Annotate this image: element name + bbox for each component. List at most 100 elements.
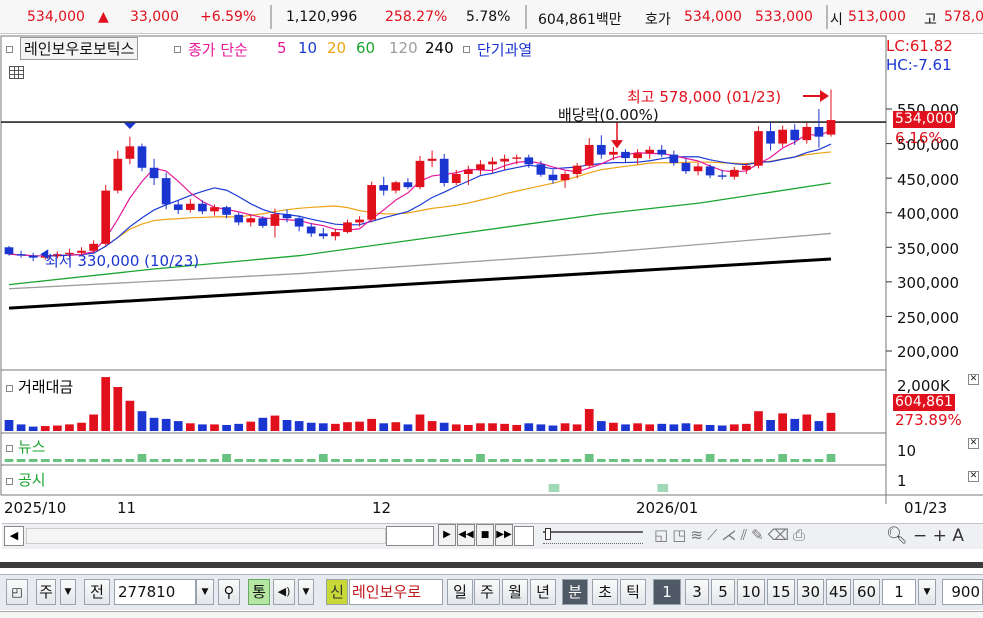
volume-bar [790,418,800,431]
news-bar [560,459,570,462]
candle-body [451,173,461,183]
interval-30[interactable]: 30 [797,579,824,605]
speaker-icon[interactable]: ◀) [273,579,295,605]
zoom-out-icon: − [913,526,928,546]
news-bar [331,459,340,462]
play-icon[interactable]: ▶ [438,524,456,546]
volume-bar [282,420,292,431]
news-bar [355,459,364,462]
search-icon[interactable]: ⚲ [218,579,240,605]
candle-body [101,190,111,244]
volume-bar [113,387,123,431]
prev-button[interactable]: 전 [84,579,110,605]
news-bar [234,459,244,462]
interval-10[interactable]: 10 [737,579,765,605]
period-3[interactable]: 년 [530,579,556,605]
volume-tag-pct: 273.89% [895,411,962,429]
period-6[interactable]: 틱 [620,579,646,605]
zoom-slider[interactable] [539,528,649,546]
news-bar [113,459,123,462]
chevron-down-icon[interactable]: ▼ [60,579,76,605]
candle-body [16,254,26,256]
volume-bar [173,421,183,431]
scroll-left-icon[interactable]: ◀ [4,526,24,546]
news-bar [258,459,268,462]
interval-5[interactable]: 5 [711,579,735,605]
news-bar [681,459,691,462]
candle-body [729,169,739,177]
news-bar [439,459,449,462]
window-icon[interactable]: ◰ [6,579,28,605]
ticker-high-label: 고 [924,12,937,28]
period-1[interactable]: 주 [474,579,500,605]
dividend-annotation: 배당락(0.00%) [558,106,659,124]
interval-15[interactable]: 15 [767,579,795,605]
volume-bar [439,422,449,431]
stock-code-input[interactable]: 277810 [114,579,196,605]
period-2[interactable]: 월 [502,579,528,605]
close-icon[interactable]: ✕ [968,374,979,385]
candle-body [415,160,425,188]
volume-bar [826,412,836,431]
volume-bar [778,413,787,431]
chevron-down-icon[interactable]: ▼ [196,579,214,605]
close-icon[interactable]: ✕ [968,471,979,482]
candle-body [306,226,316,234]
news-bar [766,459,775,462]
volume-bar [343,422,352,431]
current-price-pct: 6.16% [895,129,943,147]
close-icon[interactable]: ✕ [968,438,979,449]
volume-bar [40,426,50,431]
volume-bar [89,414,98,431]
count2-input[interactable]: 900 [942,579,983,605]
type-select[interactable]: 주 [36,579,56,605]
chevron-down-icon[interactable]: ▼ [918,579,936,605]
news-bar [101,459,111,462]
interval-45[interactable]: 45 [826,579,851,605]
candle-body [717,175,727,177]
scrollbar-thumb[interactable] [386,526,434,546]
stock-name-field[interactable]: 레인보우로 [349,579,443,605]
candle-body [790,129,800,141]
volume-bar [814,421,824,431]
price-chart[interactable] [0,34,983,574]
candle-body [596,144,606,155]
expand-icon[interactable] [514,526,534,546]
news-bar [4,459,14,462]
news-pane-label: 뉴스 [6,436,46,457]
volume-bar [754,411,763,431]
interval-1[interactable]: 1 [653,579,681,605]
period-0[interactable]: 일 [447,579,473,605]
interval-3[interactable]: 3 [685,579,709,605]
candle-body [609,151,618,155]
period-4[interactable]: 분 [562,579,588,605]
candle-body [318,233,328,237]
volume-pane-label: 거래대금 [6,376,73,397]
fast-forward-icon[interactable]: ▶▶ [495,524,513,546]
chevron-down-icon[interactable]: ▼ [298,579,314,605]
period-5[interactable]: 초 [592,579,618,605]
interval-60[interactable]: 60 [853,579,880,605]
candle-body [137,146,147,168]
news-bar [814,459,824,462]
zoom-controls[interactable]: 🔍︎ − + A [886,526,964,546]
current-price-tag: 534,000 [893,111,955,128]
news-bar [391,459,401,462]
tong-button[interactable]: 통 [248,579,270,605]
volume-bar [318,423,328,431]
rewind-icon[interactable]: ◀◀ [457,524,475,546]
candle-body [572,165,582,174]
volume-bar [367,418,376,431]
scrollbar-track[interactable] [26,528,386,544]
news-bar [294,459,304,462]
news-bar [488,459,497,462]
volume-bar [403,424,413,431]
divider [525,5,527,29]
ticker-open-label: 시 [830,12,843,28]
candle-body [742,165,751,170]
sin-button[interactable]: 신 [326,579,348,605]
volume-bar [572,424,582,431]
stop-icon[interactable]: ■ [476,524,494,546]
volume-bar [766,420,775,431]
count-input[interactable]: 1 [882,579,916,605]
